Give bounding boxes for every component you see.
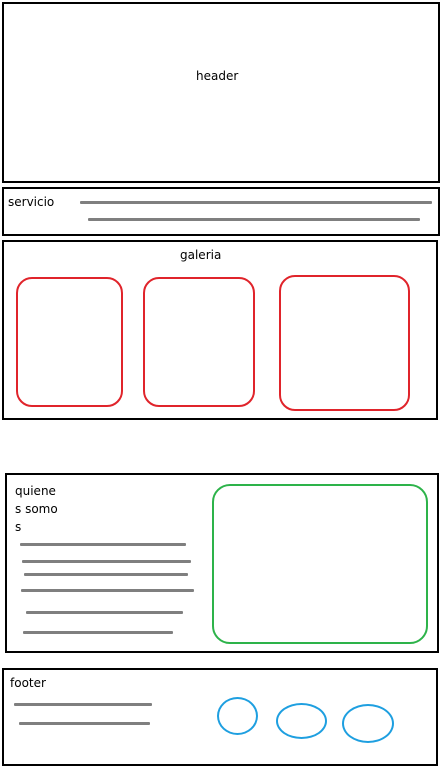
quienes-somos-section: quiene s somo s <box>5 473 439 653</box>
about-image-placeholder <box>212 484 428 644</box>
servicio-section: servicio <box>2 187 440 236</box>
footer-text-line-1 <box>14 703 152 706</box>
about-text-line-4 <box>21 589 194 592</box>
galeria-label: galeria <box>180 248 222 262</box>
about-text-line-2 <box>22 560 191 563</box>
gallery-frame-3 <box>279 275 410 411</box>
footer-social-icon-1 <box>217 697 258 735</box>
footer-social-icon-3 <box>342 704 394 743</box>
about-text-line-5 <box>26 611 183 614</box>
header-section: header <box>2 2 440 183</box>
footer-section: footer <box>2 668 438 766</box>
gallery-frame-1 <box>16 277 123 407</box>
servicio-text-line-2 <box>88 218 420 221</box>
footer-text-line-2 <box>19 722 150 725</box>
gallery-frame-2 <box>143 277 255 407</box>
servicio-text-line-1 <box>80 201 432 204</box>
quienes-somos-label-line-3: s <box>15 520 22 534</box>
about-text-line-1 <box>20 543 186 546</box>
header-label: header <box>196 69 239 83</box>
footer-label: footer <box>10 676 46 690</box>
footer-social-icon-2 <box>276 703 327 739</box>
about-text-line-6 <box>23 631 173 634</box>
galeria-section: galeria <box>2 240 438 420</box>
servicio-label: servicio <box>8 195 55 209</box>
quienes-somos-label-line-1: quiene <box>15 484 56 498</box>
about-text-line-3 <box>24 573 188 576</box>
quienes-somos-label-line-2: s somo <box>15 502 58 516</box>
